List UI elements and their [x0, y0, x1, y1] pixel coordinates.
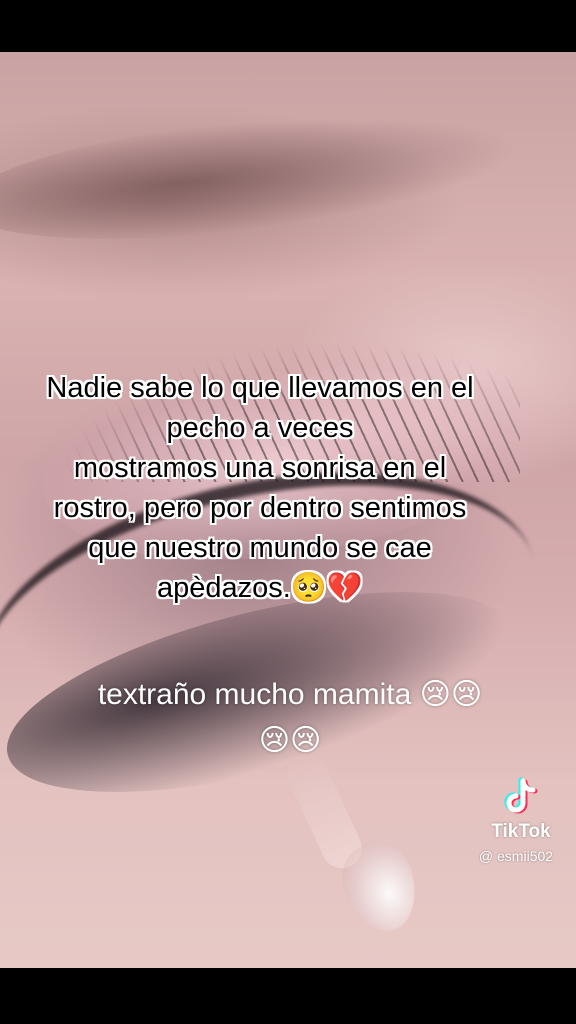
eyebrow-shading	[0, 93, 525, 261]
creator-handle: @ esmii502	[478, 848, 554, 864]
caption-line: rostro, pero por dentro sentimos	[53, 492, 467, 524]
caption-line: Nadie sabe lo que llevamos en el	[46, 372, 474, 404]
tiktok-brand-label: TikTok	[491, 821, 551, 842]
caption-line: textraño mucho mamita 😢😢	[97, 678, 483, 711]
caption-line: 😢😢	[258, 724, 322, 757]
tiktok-watermark: TikTok @ esmii502	[476, 775, 566, 865]
caption-line: apèdazos.🥺💔	[156, 572, 364, 604]
caption-line: pecho a veces	[166, 412, 354, 444]
caption-line: que nuestro mundo se cae	[88, 532, 432, 564]
caption-top: Nadie sabe lo que llevamos en el pecho a…	[0, 368, 520, 608]
caption-line: mostramos una sonrisa en el	[73, 452, 447, 484]
caption-bottom: textraño mucho mamita 😢😢 😢😢	[30, 672, 550, 764]
video-frame: Nadie sabe lo que llevamos en el pecho a…	[0, 0, 576, 1024]
tiktok-note-icon	[504, 777, 538, 814]
